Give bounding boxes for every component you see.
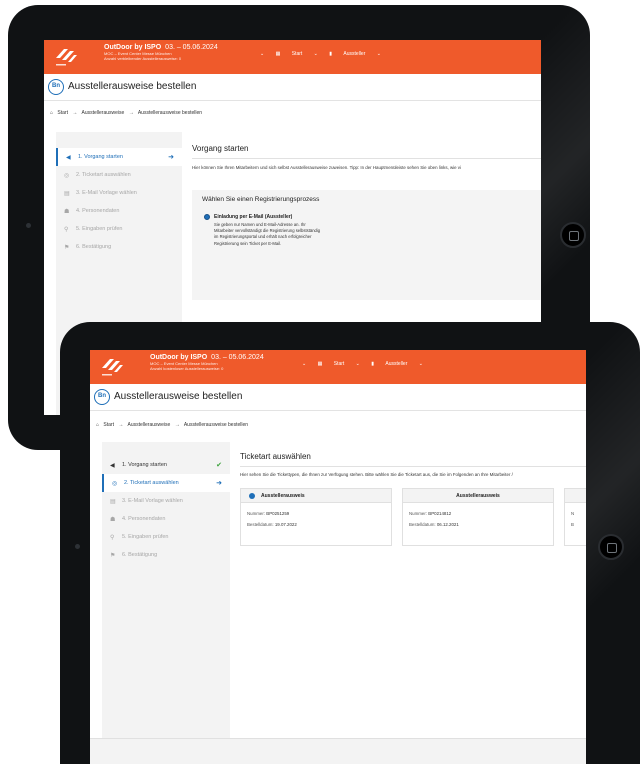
step-6[interactable]: ⚑ 6. Bestätigung	[56, 238, 182, 256]
section-heading: Vorgang starten	[192, 144, 249, 153]
breadcrumb: ⌂ Start → Ausstellerausweise → Ausstelle…	[50, 110, 203, 116]
step-5[interactable]: ⚲ 5. Eingaben prüfen	[102, 528, 230, 546]
brand-name: OutDoor by ISPO	[150, 354, 208, 361]
ticket-card-header	[565, 489, 586, 503]
nav-exhibitor[interactable]: ▮ Aussteller ⌄	[371, 361, 423, 367]
quota-text: Anzahl kostenloser Ausstellerausweise: 0	[150, 366, 224, 371]
option-title[interactable]: Einladung per E-Mail (Aussteller)	[214, 214, 292, 220]
ticket-order-date: B	[571, 522, 574, 527]
top-nav: ⌄ ▦ Start ⌄ ▮ Aussteller ⌄	[260, 51, 391, 57]
nav-exhibitor[interactable]: ▮ Aussteller ⌄	[329, 51, 381, 57]
ticket-number: Nummer: BP0214812	[409, 511, 452, 516]
ticket-number: N	[571, 511, 575, 516]
tablet-back-home-button[interactable]	[560, 222, 586, 248]
breadcrumb-level1[interactable]: Ausstellerausweise	[128, 422, 171, 428]
nav-dropdown[interactable]: ⌄	[260, 51, 264, 57]
top-bar: OutDoor by ISPO 03. – 05.06.2024 MOC – Ev…	[44, 40, 541, 74]
steps-panel: ◀ 1. Vorgang starten ✔ ◎ 2. Ticketart au…	[102, 442, 230, 738]
event-dates: 03. – 05.06.2024	[165, 44, 218, 51]
nav-start[interactable]: ▦ Start ⌄	[318, 361, 360, 367]
nav-start[interactable]: ▦ Start ⌄	[276, 51, 318, 57]
step-1[interactable]: ◀ 1. Vorgang starten ✔	[102, 456, 230, 474]
home-icon: ⌂	[50, 110, 54, 116]
brand-name: OutDoor by ISPO	[104, 44, 162, 51]
breadcrumb-level2: Ausstellerausweise bestellen	[183, 422, 249, 428]
tablet-back-camera	[26, 223, 31, 228]
logo-mark	[56, 49, 77, 66]
ticket-card-header: Ausstellerausweis	[403, 489, 553, 503]
ticket-icon: ◎	[64, 173, 70, 179]
step-3[interactable]: ▤ 3. E-Mail Vorlage wählen	[56, 184, 182, 202]
option-radio[interactable]	[204, 214, 210, 220]
flag-icon: ⚑	[64, 245, 70, 251]
search-icon: ⚲	[64, 227, 69, 233]
intro-text: Hier sehen Sie die Tickettypen, die Ihne…	[240, 472, 513, 477]
ticket-card-1[interactable]: Ausstellerausweis Nummer: BP0251259 Best…	[240, 488, 392, 546]
title-bar: Bn Ausstellerausweise bestellen	[90, 384, 586, 411]
tablet-front-camera	[75, 544, 80, 549]
registration-process-box: Wählen Sie einen Registrierungsprozess E…	[192, 190, 541, 300]
page-title: Ausstellerausweise bestellen	[68, 81, 197, 92]
ticket-order-date: Bestelldatum: 19.07.2022	[247, 522, 297, 527]
ticket-radio-selected[interactable]	[249, 492, 255, 499]
step-5[interactable]: ⚲ 5. Eingaben prüfen	[56, 220, 182, 238]
breadcrumb-home[interactable]: Start	[57, 110, 68, 116]
ticket-card-header: Ausstellerausweis	[241, 489, 391, 503]
process-heading: Wählen Sie einen Registrierungsprozess	[202, 196, 320, 203]
quota-text: Anzahl verbleibender Ausstellerausweise:…	[104, 56, 182, 61]
top-bar: OutDoor by ISPO 03. – 05.06.2024 MOC – Ev…	[90, 350, 586, 384]
person-icon: ☗	[110, 517, 116, 523]
arrow-right-icon: ➜	[216, 480, 222, 487]
step-4[interactable]: ☗ 4. Personendaten	[102, 510, 230, 528]
check-icon: ✔	[216, 462, 222, 469]
breadcrumb-level2: Ausstellerausweise bestellen	[137, 110, 203, 116]
ticket-icon: Bn	[94, 389, 110, 405]
brand-block: OutDoor by ISPO 03. – 05.06.2024 MOC – Ev…	[150, 354, 264, 371]
breadcrumb-home[interactable]: Start	[103, 422, 114, 428]
logo-mark	[102, 359, 123, 376]
step-2[interactable]: ◎ 2. Ticketart auswählen ➜	[102, 474, 230, 492]
intro-text: Hier können Sie Ihren Mitarbeitern und s…	[192, 165, 461, 170]
breadcrumb: ⌂ Start → Ausstellerausweise → Ausstelle…	[96, 422, 249, 428]
page-title: Ausstellerausweise bestellen	[114, 391, 243, 402]
ticket-number: Nummer: BP0251259	[247, 511, 290, 516]
ticket-order-date: Bestelldatum: 06.12.2021	[409, 522, 459, 527]
main-content: Ticketart auswählen Hier sehen Sie die T…	[230, 442, 586, 738]
ticket-icon: ◎	[112, 481, 118, 487]
ticket-card-3[interactable]: N B	[564, 488, 586, 546]
step-1[interactable]: ◀ 1. Vorgang starten ➜	[56, 148, 182, 166]
option-description: Sie geben nur Namen und E-Mail-Adresse a…	[214, 222, 321, 246]
grid-icon: ▦	[317, 361, 324, 367]
section-heading: Ticketart auswählen	[240, 452, 311, 461]
arrow-right-icon: ➜	[168, 154, 174, 161]
grid-icon: ▦	[275, 51, 282, 57]
title-bar: Bn Ausstellerausweise bestellen	[44, 76, 541, 101]
home-icon: ⌂	[96, 422, 100, 428]
flag-icon: ◀	[110, 463, 115, 469]
step-2[interactable]: ◎ 2. Ticketart auswählen	[56, 166, 182, 184]
breadcrumb-level1[interactable]: Ausstellerausweise	[82, 110, 125, 116]
tablet-front: OutDoor by ISPO 03. – 05.06.2024 MOC – Ev…	[60, 322, 640, 764]
ticket-card-2[interactable]: Ausstellerausweis Nummer: BP0214812 Best…	[402, 488, 554, 546]
mail-template-icon: ▤	[64, 191, 70, 197]
search-icon: ⚲	[110, 535, 115, 541]
nav-dropdown[interactable]: ⌄	[302, 361, 306, 367]
step-6[interactable]: ⚑ 6. Bestätigung	[102, 546, 230, 564]
badge-icon: ▮	[371, 361, 376, 367]
flag-icon: ◀	[66, 155, 71, 161]
badge-icon: ▮	[329, 51, 334, 57]
mail-template-icon: ▤	[110, 499, 116, 505]
flag-icon: ⚑	[110, 553, 116, 559]
person-icon: ☗	[64, 209, 70, 215]
step-3[interactable]: ▤ 3. E-Mail Vorlage wählen	[102, 492, 230, 510]
ticket-icon: Bn	[48, 79, 64, 95]
footer-strip	[90, 738, 586, 764]
top-nav: ⌄ ▦ Start ⌄ ▮ Aussteller ⌄	[302, 361, 433, 367]
step-4[interactable]: ☗ 4. Personendaten	[56, 202, 182, 220]
event-dates: 03. – 05.06.2024	[211, 354, 264, 361]
tablet-front-home-button[interactable]	[598, 534, 624, 560]
brand-block: OutDoor by ISPO 03. – 05.06.2024 MOC – Ev…	[104, 44, 218, 61]
screen-front: OutDoor by ISPO 03. – 05.06.2024 MOC – Ev…	[90, 350, 586, 764]
